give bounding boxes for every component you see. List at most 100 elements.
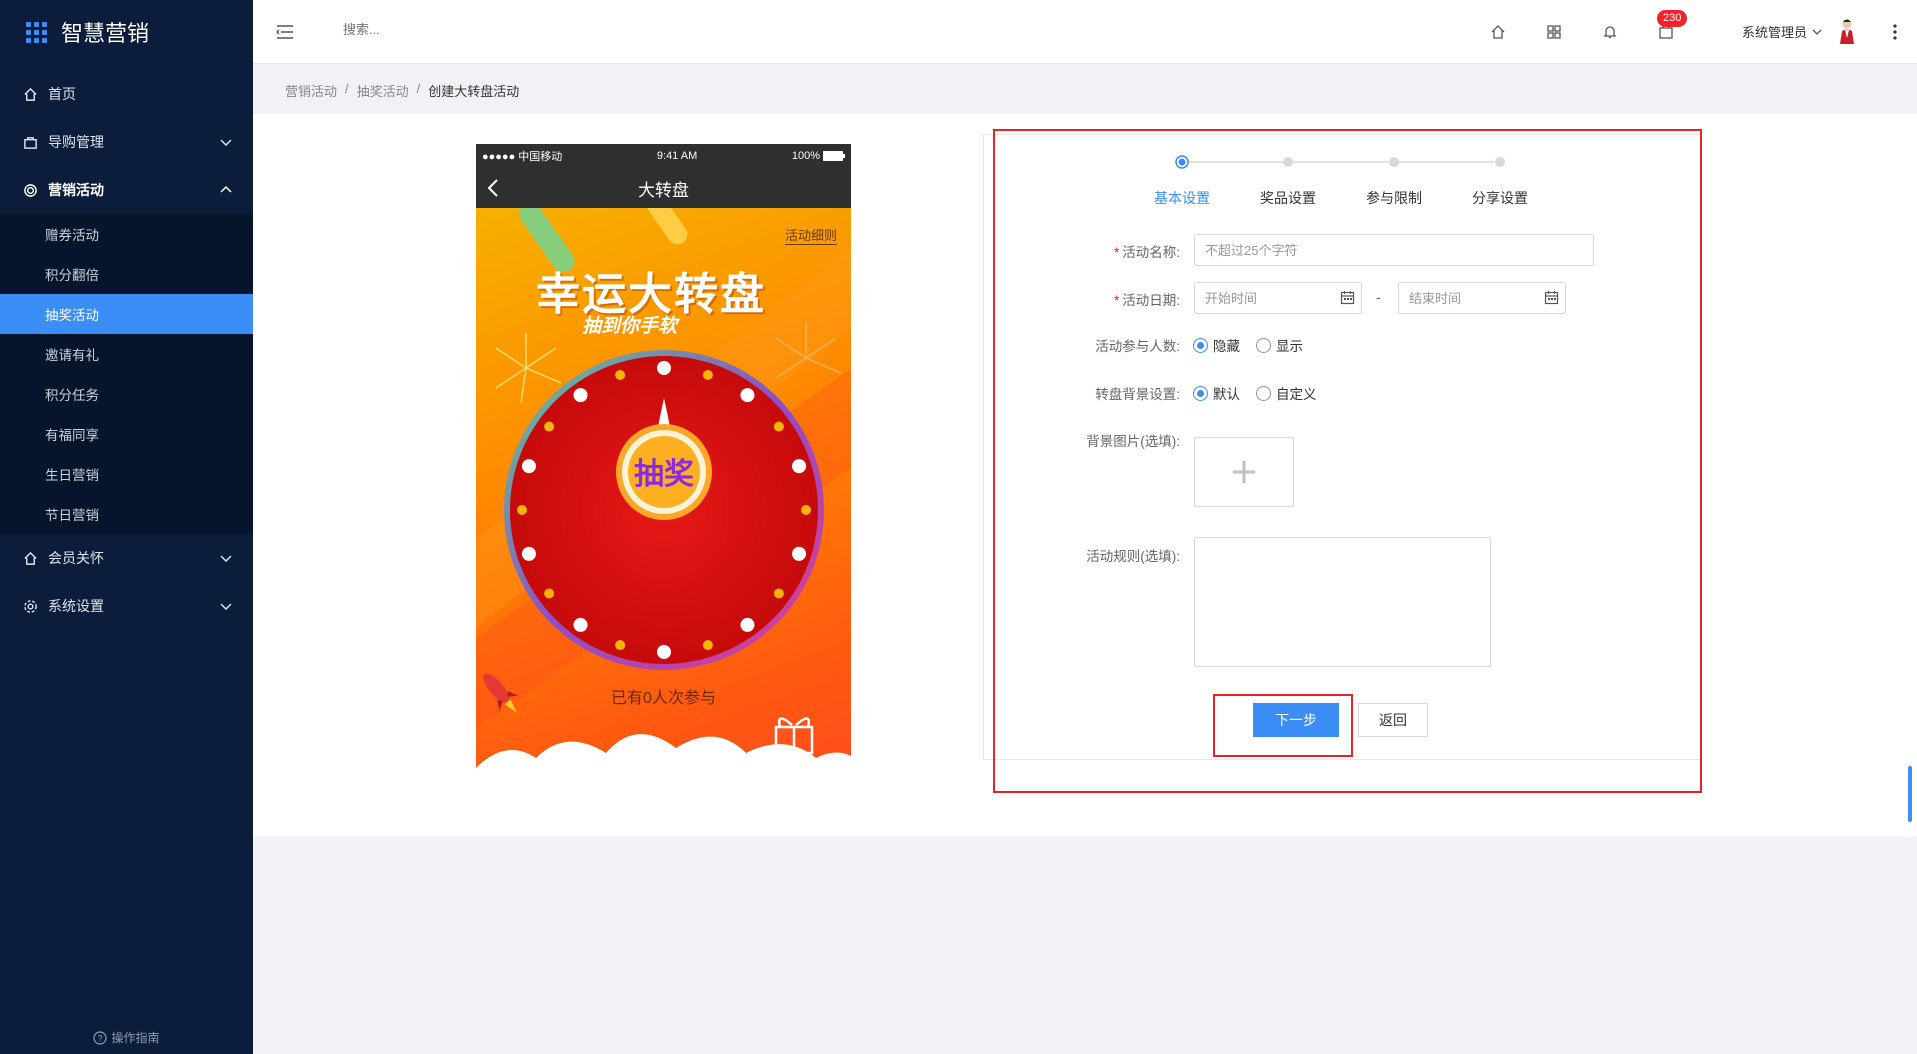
wheel-bulb	[521, 546, 536, 561]
next-step-button[interactable]: 下一步	[1253, 703, 1339, 737]
search-input[interactable]	[343, 22, 543, 37]
phone-preview: ●●●●● 中国移动 9:41 AM 100% 大转盘 活动细则 幸运大转盘 抽…	[476, 144, 851, 792]
apps-icon[interactable]	[1542, 20, 1566, 44]
bg-default-radio[interactable]: 默认	[1193, 383, 1240, 403]
home-icon	[22, 86, 38, 102]
activity-rules-textarea[interactable]	[1194, 537, 1491, 667]
image-upload-box[interactable]	[1194, 437, 1294, 507]
count-hide-radio[interactable]: 隐藏	[1193, 335, 1240, 355]
participant-count: 已有0人次参与	[611, 690, 716, 707]
breadcrumb-current: 创建大转盘活动	[428, 84, 520, 99]
apps-grid-icon	[26, 21, 47, 43]
wheel-bulb	[517, 505, 527, 515]
battery-percentage: 100%	[791, 150, 820, 162]
phone-carrier: ●●●●● 中国移动	[482, 151, 563, 163]
sidebar-subitem-holiday[interactable]: 节日营销	[0, 494, 253, 534]
content-footer-area	[253, 837, 1917, 1054]
marketing-submenu: 赠券活动 积分翻倍 抽奖活动 邀请有礼 积分任务 有福同享 生日营销 节日营销	[0, 214, 253, 534]
sidebar-item-home[interactable]: 首页	[0, 70, 253, 118]
page-scrollbar[interactable]	[1908, 766, 1912, 822]
phone-wheel-page: 活动细则 幸运大转盘 抽到你手软 抽奖 已有0人次参与	[476, 208, 851, 792]
sidebar-item-label: 系统设置	[48, 598, 104, 614]
breadcrumb: 营销活动 / 抽奖活动 / 创建大转盘活动	[285, 81, 519, 100]
svg-text:?: ?	[98, 1033, 103, 1043]
back-arrow-icon[interactable]	[486, 178, 502, 198]
user-menu[interactable]: 系统管理员	[1742, 22, 1823, 41]
breadcrumb-item[interactable]: 抽奖活动	[357, 81, 409, 100]
phone-title: 大转盘	[638, 180, 689, 200]
sidebar-item-label: 营销活动	[48, 182, 104, 198]
return-button[interactable]: 返回	[1358, 703, 1428, 737]
start-date-input[interactable]	[1194, 282, 1362, 314]
sidebar-subitem-share[interactable]: 有福同享	[0, 414, 253, 454]
draw-button[interactable]: 抽奖	[612, 398, 716, 522]
activity-rules-link[interactable]: 活动细则	[784, 225, 837, 245]
sidebar: 智慧营销 首页 导购管理 营销活动 赠券活动 积分翻倍 抽奖活动 邀请有礼 积分…	[0, 0, 253, 1054]
sidebar-subitem-coupons[interactable]: 赠券活动	[0, 214, 253, 254]
activity-name-label: * 活动名称:	[1113, 245, 1180, 260]
breadcrumb-separator: /	[416, 81, 421, 96]
breadcrumb-separator: /	[345, 81, 349, 96]
wheel-bulb	[615, 369, 626, 380]
count-show-radio[interactable]: 显示	[1256, 335, 1303, 355]
sidebar-item-label: 会员关怀	[48, 550, 104, 566]
app-logo[interactable]: 智慧营销	[0, 0, 253, 64]
step-dot	[1283, 157, 1293, 167]
help-icon: ?	[93, 1030, 108, 1045]
activity-date-label: * 活动日期:	[1113, 293, 1180, 308]
operation-guide-link[interactable]: ? 操作指南	[0, 1029, 253, 1046]
phone-time: 9:41 AM	[656, 150, 698, 162]
plus-icon	[1233, 461, 1255, 483]
wheel-bulb	[801, 505, 811, 515]
wheel-bulb	[615, 640, 626, 651]
sidebar-item-member-care[interactable]: 会员关怀	[0, 534, 253, 582]
chevron-up-icon	[220, 185, 232, 193]
calendar-icon[interactable]	[1544, 290, 1559, 305]
wheel-bulb	[521, 459, 536, 474]
wheel-tagline: 抽到你手软	[582, 316, 678, 337]
date-separator: -	[1376, 289, 1381, 305]
wheel-bulb	[702, 640, 713, 651]
wheel-bulb	[740, 388, 755, 403]
calendar-icon[interactable]	[1340, 290, 1355, 305]
step-basic-settings[interactable]: 基本设置	[1154, 188, 1210, 208]
more-vertical-icon[interactable]	[1890, 20, 1900, 44]
step-progress	[1175, 155, 1505, 169]
step-prize-settings[interactable]: 奖品设置	[1260, 188, 1316, 208]
bag-icon	[22, 134, 38, 150]
sidebar-item-label: 导购管理	[48, 134, 104, 150]
sidebar-item-label: 首页	[48, 86, 76, 102]
sidebar-subitem-double-points[interactable]: 积分翻倍	[0, 254, 253, 294]
sidebar-subitem-points-tasks[interactable]: 积分任务	[0, 374, 253, 414]
wheel-bulb	[792, 546, 807, 561]
draw-button-label: 抽奖	[634, 457, 694, 492]
wheel-bulb	[657, 645, 671, 659]
sidebar-item-marketing[interactable]: 营销活动	[0, 166, 253, 214]
step-share-settings[interactable]: 分享设置	[1472, 188, 1528, 208]
sidebar-item-system-settings[interactable]: 系统设置	[0, 582, 253, 630]
end-date-input[interactable]	[1398, 282, 1566, 314]
wheel-bulb	[773, 421, 784, 432]
sidebar-subitem-invite[interactable]: 邀请有礼	[0, 334, 253, 374]
wheel-bulb	[702, 369, 713, 380]
activity-name-input[interactable]	[1194, 234, 1594, 266]
app-title: 智慧营销	[61, 21, 150, 46]
phone-status-bar: ●●●●● 中国移动 9:41 AM 100%	[476, 144, 851, 168]
wheel-bulb	[773, 588, 784, 599]
breadcrumb-item[interactable]: 营销活动	[285, 81, 337, 100]
user-name: 系统管理员	[1742, 25, 1808, 40]
bell-icon[interactable]	[1598, 20, 1622, 44]
sidebar-subitem-birthday[interactable]: 生日营销	[0, 454, 253, 494]
chevron-down-icon	[1812, 29, 1822, 35]
bg-custom-radio[interactable]: 自定义	[1256, 383, 1317, 403]
gear-icon	[22, 598, 38, 614]
step-dot	[1389, 157, 1399, 167]
notification-badge: 230	[1657, 10, 1688, 27]
home-icon[interactable]	[1486, 20, 1510, 44]
step-participation-limits[interactable]: 参与限制	[1366, 188, 1422, 208]
avatar[interactable]	[1838, 18, 1856, 44]
wheel-bulb	[573, 388, 588, 403]
sidebar-item-guide-management[interactable]: 导购管理	[0, 118, 253, 166]
sidebar-subitem-lottery[interactable]: 抽奖活动	[0, 294, 253, 334]
menu-toggle-icon[interactable]	[275, 22, 295, 42]
